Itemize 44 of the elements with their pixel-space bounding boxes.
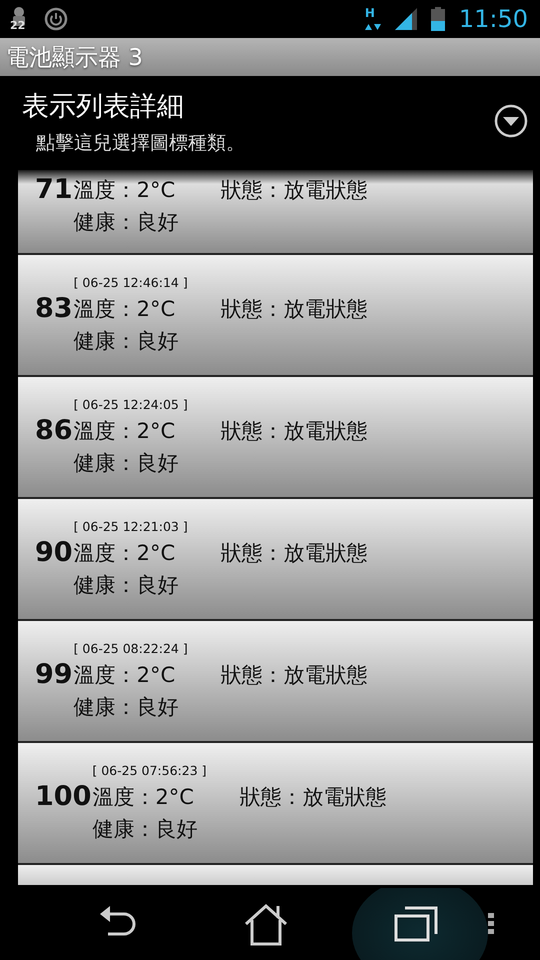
list-item[interactable]: [ 06-25 08:22:24 ] 99溫度：2°C 狀態：放電狀態 健康：良好 — [18, 621, 533, 743]
menu-button[interactable] — [488, 913, 494, 935]
list-item[interactable]: [ 06-25 07:56:23 ] 100溫度：2°C 狀態：放電狀態 健康：良好 — [18, 743, 533, 865]
timestamp: [ 06-25 12:21:03 ] — [74, 519, 189, 534]
app-title: 電池顯示器 3 — [6, 44, 143, 72]
temperature-label: 溫度：2°C — [74, 177, 176, 204]
list-item[interactable]: [ 06-25 12:24:05 ] 86溫度：2°C 狀態：放電狀態 健康：良好 — [18, 377, 533, 499]
health-label: 健康：良好 — [92, 816, 198, 843]
timestamp: [ 06-25 12:46:14 ] — [74, 275, 189, 290]
temperature-label: 溫度：2°C — [92, 784, 195, 811]
battery-percent: 71 — [35, 174, 73, 206]
dropdown-button[interactable] — [494, 104, 528, 138]
list-item[interactable]: [ 06-25 12:46:14 ] 83溫度：2°C 狀態：放電狀態 健康：良好 — [18, 255, 533, 377]
health-label: 健康：良好 — [74, 450, 180, 477]
timestamp: [ 06-25 12:24:05 ] — [74, 397, 189, 412]
battery-icon — [430, 7, 445, 31]
status-label: 狀態：放電狀態 — [220, 177, 368, 204]
battery-percent: 83 — [35, 293, 73, 325]
status-label: 狀態：放電狀態 — [220, 662, 368, 689]
section-subtitle: 點擊這兒選擇圖標種類。 — [36, 131, 246, 156]
status-label: 狀態：放電狀態 — [220, 540, 368, 567]
temperature-label: 溫度：2°C — [74, 296, 176, 323]
health-label: 健康：良好 — [74, 209, 180, 236]
battery-percent: 99 — [35, 659, 73, 691]
battery-percent: 100 — [35, 781, 92, 813]
timestamp: [ 06-25 07:56:23 ] — [92, 763, 208, 778]
list-item[interactable]: 71溫度：2°C 狀態：放電狀態 健康：良好 — [18, 170, 533, 255]
temperature-label: 溫度：2°C — [74, 418, 176, 445]
power-icon — [44, 7, 68, 31]
battery-percent: 86 — [35, 415, 73, 447]
clock: 11:50 — [458, 5, 529, 33]
temperature-label: 溫度：2°C — [74, 540, 176, 567]
health-label: 健康：良好 — [74, 694, 180, 721]
section-title: 表示列表詳細 — [22, 90, 185, 124]
timestamp: [ 06-25 08:22:24 ] — [74, 641, 189, 656]
status-label: 狀態：放電狀態 — [239, 784, 386, 811]
health-label: 健康：良好 — [74, 328, 180, 355]
battery-percent: 90 — [35, 537, 73, 569]
signal-icon — [394, 8, 417, 30]
list-item[interactable]: [ 06-25 12:21:03 ] 90溫度：2°C 狀態：放電狀態 健康：良好 — [18, 499, 533, 621]
health-label: 健康：良好 — [74, 572, 180, 599]
temperature-label: 溫度：2°C — [74, 662, 176, 689]
status-label: 狀態：放電狀態 — [220, 418, 368, 445]
status-label: 狀態：放電狀態 — [220, 296, 368, 323]
